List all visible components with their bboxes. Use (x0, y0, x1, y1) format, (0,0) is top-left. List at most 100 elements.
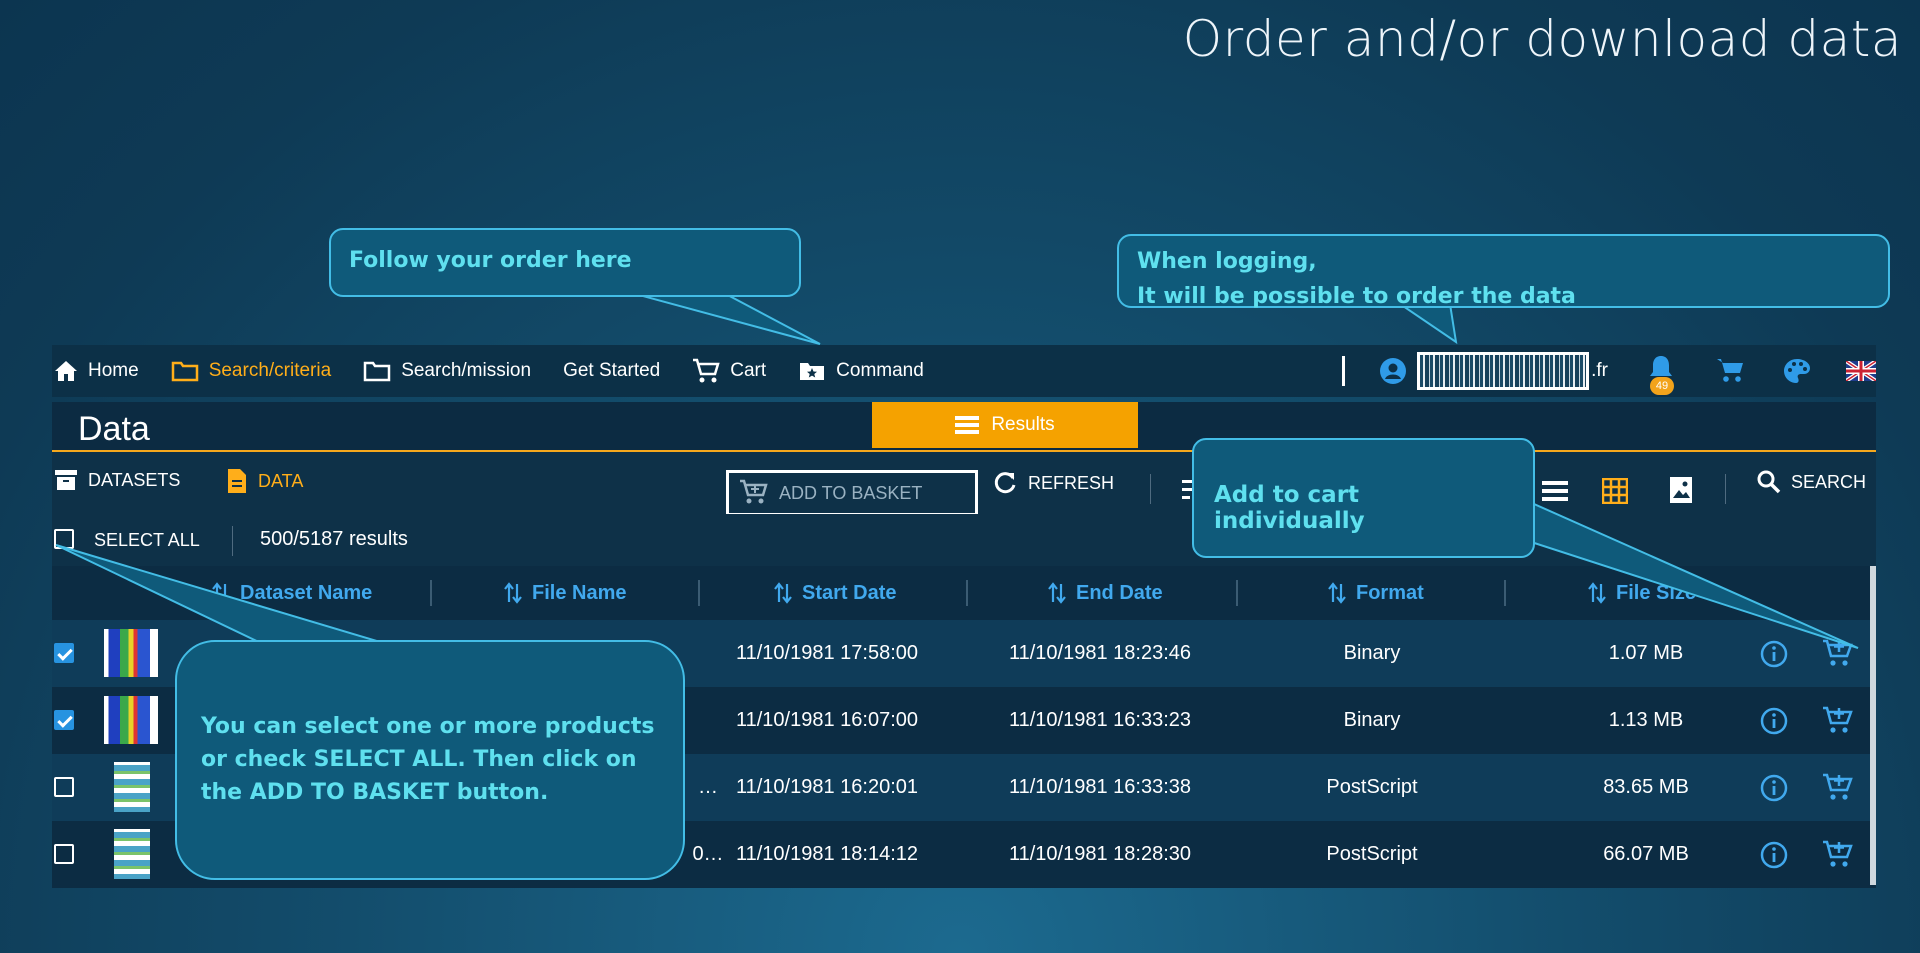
row-checkbox[interactable] (54, 643, 74, 663)
sort-arrows-icon (1328, 582, 1346, 604)
row-thumbnail[interactable] (104, 696, 158, 744)
row-thumbnail[interactable] (114, 829, 150, 879)
selection-bar: SELECT ALL 500/5187 results (52, 514, 1876, 566)
folder-star-icon (800, 363, 825, 380)
page-title: Data (78, 410, 150, 448)
row-thumbnail[interactable] (104, 629, 158, 677)
folder-icon (171, 361, 198, 382)
nav-search-mission[interactable]: Search/mission (363, 360, 531, 382)
row-thumbnail[interactable] (114, 762, 150, 812)
row-checkbox[interactable] (54, 844, 74, 864)
nav-get-started[interactable]: Get Started (563, 360, 660, 382)
column-format[interactable]: Format (1328, 566, 1424, 620)
search-label: SEARCH (1791, 471, 1867, 492)
end-cell: 11/10/1981 18:23:46 (1008, 642, 1192, 664)
data-header: Data Results (52, 402, 1876, 452)
refresh-label: REFRESH (1028, 472, 1115, 493)
add-to-basket-button[interactable]: ADD TO BASKET (726, 470, 978, 516)
end-cell: 11/10/1981 16:33:38 (1008, 776, 1192, 798)
tab-datasets-label: DATASETS (88, 469, 181, 490)
add-to-cart-icon[interactable] (1822, 705, 1854, 735)
nav-right-group: .fr 49 (1342, 345, 1876, 397)
sort-arrows-icon (1048, 582, 1066, 604)
refresh-icon (994, 472, 1016, 494)
nav-home-label: Home (88, 360, 139, 381)
add-to-cart-icon[interactable] (1822, 772, 1854, 802)
table-header: Dataset Name File Name Start Date End Da… (52, 566, 1876, 620)
slide-title: Order and/or download data (1182, 10, 1902, 68)
nav-home[interactable]: Home (54, 360, 139, 382)
nav-command[interactable]: Command (798, 360, 924, 382)
select-callout: You can select one or more products or c… (175, 640, 685, 880)
end-cell: 11/10/1981 18:28:30 (1008, 843, 1192, 865)
cart-icon[interactable] (1716, 357, 1746, 385)
column-dataset-name[interactable]: Dataset Name (212, 566, 372, 620)
size-cell: 1.13 MB (1608, 709, 1684, 731)
sort-arrows-icon (774, 582, 792, 604)
user-email-suffix: .fr (1591, 360, 1608, 381)
toolbar-divider (1150, 474, 1151, 504)
scrollbar[interactable] (1870, 566, 1876, 885)
tab-datasets[interactable]: DATASETS (54, 468, 180, 492)
user-email-field[interactable] (1417, 352, 1590, 390)
selection-divider (232, 526, 233, 556)
format-cell: PostScript (1326, 776, 1418, 798)
add-to-cart-icon[interactable] (1822, 839, 1854, 869)
results-toolbar: DATASETS DATA ADD TO BASKET REFRESH SEAR… (52, 452, 1876, 516)
login-callout-text: When logging, It will be possible to ord… (1137, 249, 1576, 309)
row-checkbox[interactable] (54, 710, 74, 730)
info-icon[interactable] (1760, 774, 1788, 802)
cart-callout: Add to cart individually (1192, 438, 1535, 558)
top-navbar: Home Search/criteria Search/mission Get … (52, 345, 1876, 397)
tab-results[interactable]: Results (872, 402, 1138, 448)
row-checkbox[interactable] (54, 777, 74, 797)
list-view-icon[interactable] (1542, 480, 1568, 502)
column-divider (698, 580, 700, 606)
nav-divider (1342, 356, 1346, 386)
account-circle-icon[interactable] (1379, 357, 1407, 385)
column-label: Format (1356, 581, 1424, 604)
grid-view-icon[interactable] (1602, 478, 1628, 504)
cart-plus-icon (740, 479, 768, 504)
refresh-button[interactable]: REFRESH (992, 470, 1114, 496)
select-all-label: SELECT ALL (94, 530, 200, 550)
tab-data-label: DATA (258, 470, 304, 491)
info-icon[interactable] (1760, 707, 1788, 735)
cart-icon (693, 358, 720, 383)
column-start-date[interactable]: Start Date (774, 566, 896, 620)
nav-search-criteria[interactable]: Search/criteria (171, 360, 331, 382)
sort-arrows-icon (504, 582, 522, 604)
info-icon[interactable] (1760, 841, 1788, 869)
image-view-icon[interactable] (1669, 476, 1693, 504)
column-file-size[interactable]: File Size (1588, 566, 1696, 620)
size-cell: 83.65 MB (1603, 776, 1689, 798)
nav-cart[interactable]: Cart (692, 358, 766, 384)
info-icon[interactable] (1760, 640, 1788, 668)
palette-icon[interactable] (1782, 357, 1812, 385)
search-button[interactable]: SEARCH (1757, 470, 1866, 494)
tab-data[interactable]: DATA (226, 468, 303, 494)
tab-results-label: Results (991, 414, 1055, 435)
document-icon (228, 469, 246, 493)
size-cell: 66.07 MB (1603, 843, 1689, 865)
select-callout-text: You can select one or more products or c… (201, 714, 655, 805)
column-file-name[interactable]: File Name (504, 566, 626, 620)
start-cell: 11/10/1981 16:20:01 (735, 776, 919, 798)
start-cell: 11/10/1981 18:14:12 (735, 843, 919, 865)
add-to-cart-icon[interactable] (1822, 638, 1854, 668)
column-divider (1504, 580, 1506, 606)
search-icon (1757, 470, 1781, 494)
uk-flag-icon[interactable] (1846, 361, 1876, 381)
select-all-checkbox[interactable] (54, 529, 74, 549)
column-divider (430, 580, 432, 606)
list-icon (955, 416, 980, 434)
column-end-date[interactable]: End Date (1048, 566, 1163, 620)
notifications-button[interactable]: 49 (1646, 353, 1676, 395)
order-callout: Follow your order here (329, 228, 801, 297)
cart-callout-text: Add to cart individually (1214, 482, 1365, 534)
column-divider (1236, 580, 1238, 606)
column-label: Start Date (802, 581, 897, 604)
toolbar-divider (1725, 474, 1726, 504)
column-label: Dataset Name (240, 581, 373, 604)
results-count: 500/5187 results (260, 528, 408, 550)
